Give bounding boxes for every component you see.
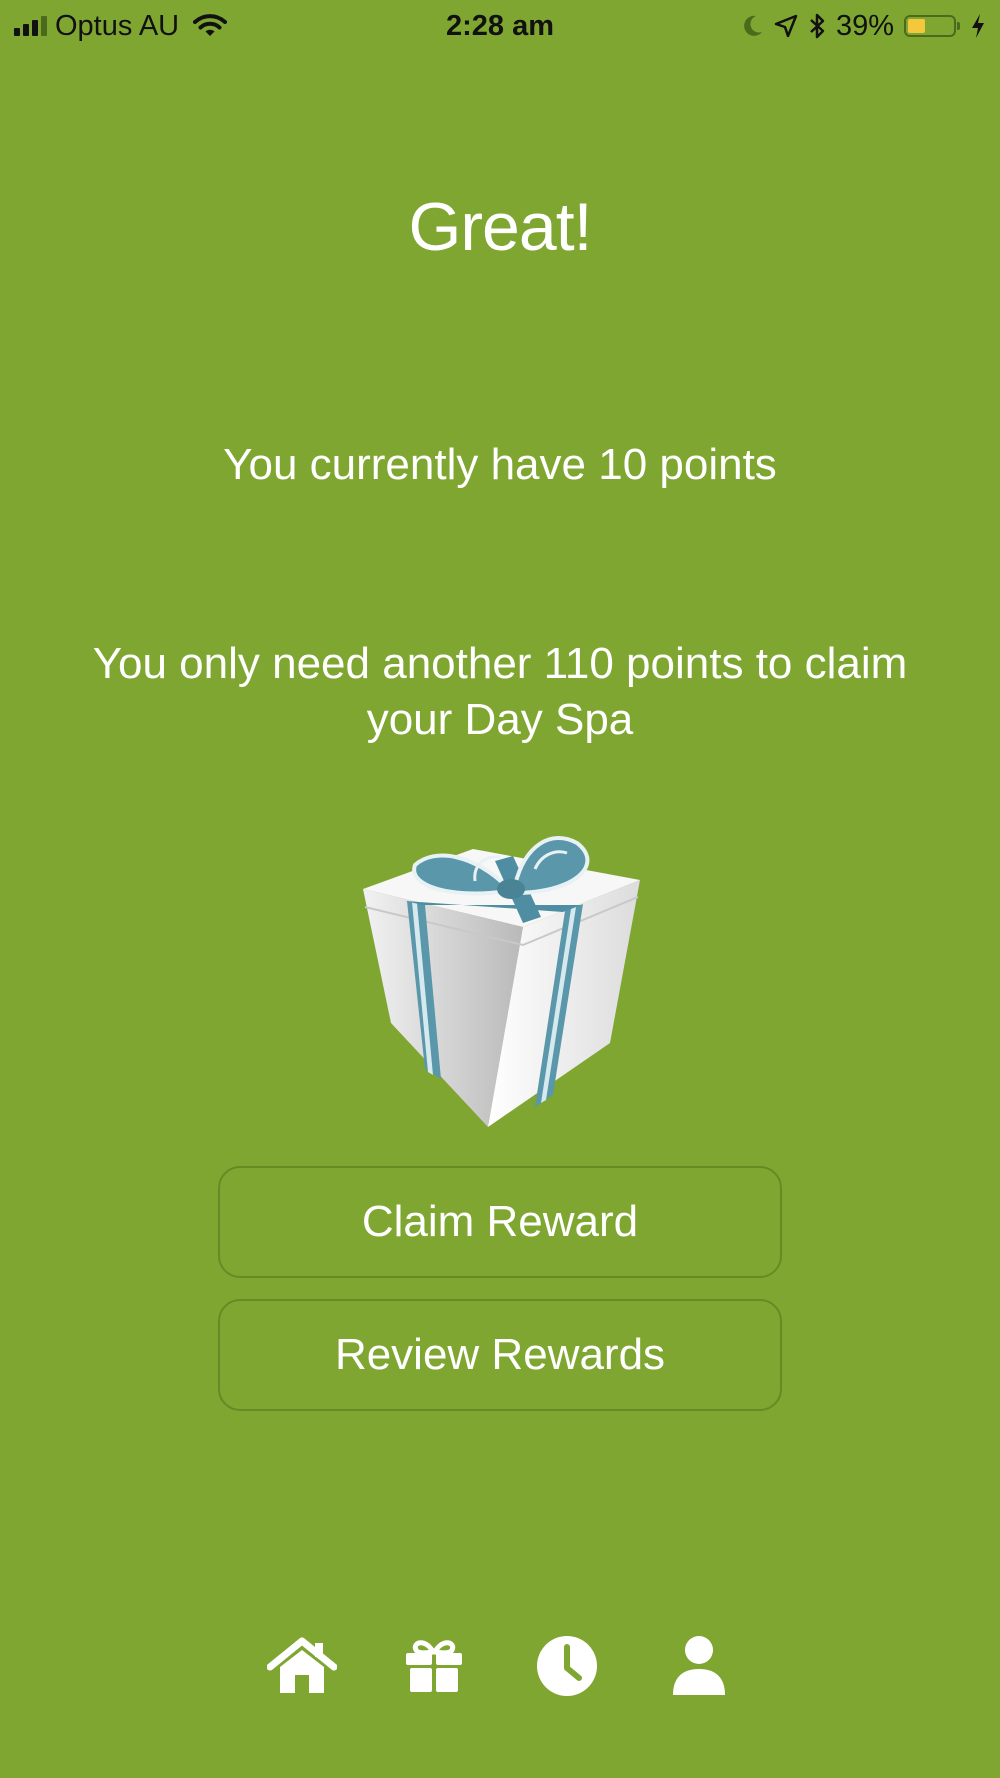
bluetooth-icon	[810, 13, 825, 39]
tab-history[interactable]	[531, 1630, 603, 1702]
battery-level	[908, 19, 925, 33]
tab-bar	[0, 1630, 1000, 1702]
status-bar: Optus AU 2:28 am 39%	[0, 0, 1000, 52]
clock-icon	[537, 1636, 597, 1696]
moon-icon	[744, 15, 762, 36]
location-arrow-icon	[774, 14, 798, 38]
battery-percent: 39%	[835, 9, 894, 42]
points-message: You currently have 10 points	[223, 440, 777, 489]
user-icon	[673, 1636, 725, 1695]
page-title: Great!	[408, 189, 593, 265]
home-icon	[267, 1637, 337, 1693]
points-needed-message: You only need another 110 points to clai…	[92, 639, 908, 744]
gift-icon	[406, 1640, 462, 1692]
claim-reward-button[interactable]: Claim Reward	[218, 1166, 782, 1278]
tab-profile[interactable]	[663, 1630, 735, 1702]
battery-icon	[904, 15, 956, 37]
tab-gift[interactable]	[398, 1630, 470, 1702]
status-right: 39%	[742, 8, 986, 44]
tab-home[interactable]	[266, 1630, 338, 1702]
review-rewards-button[interactable]: Review Rewards	[218, 1299, 782, 1411]
gift-box-image	[363, 836, 640, 1127]
charging-bolt-icon	[972, 14, 984, 38]
